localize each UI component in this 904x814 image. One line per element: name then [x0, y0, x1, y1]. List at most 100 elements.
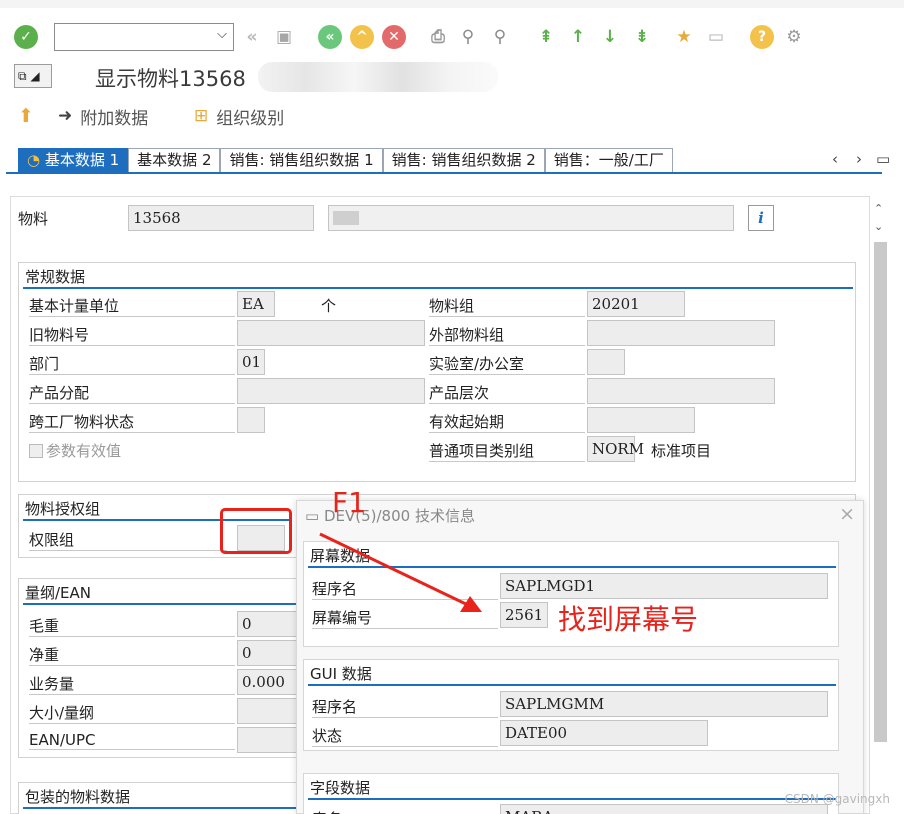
create-session-icon[interactable]: ★	[672, 25, 696, 49]
tab-label: 基本数据 1	[44, 151, 120, 169]
material-switch-icon: ⬆	[18, 105, 34, 127]
title-bar: ⧉ ◢ 显示物料13568	[0, 58, 904, 96]
param-effectivity-label: 参数有效值	[46, 442, 122, 460]
division-label: 部门	[29, 353, 235, 375]
field-data-group: 字段数据 表名 MARA	[303, 773, 839, 814]
lab-office-label: 实验室/办公室	[429, 353, 585, 375]
product-alloc-field[interactable]	[237, 378, 425, 404]
redacted-description	[258, 62, 498, 92]
cross-plant-status-field[interactable]	[237, 407, 265, 433]
base-uom-text: 个	[321, 297, 337, 315]
back-icon[interactable]: «	[240, 25, 264, 49]
system-menu-button[interactable]: ⧉ ◢	[14, 64, 52, 88]
table-name-label: 表名	[312, 808, 498, 814]
help-icon[interactable]: ?	[750, 25, 774, 49]
cross-plant-status-label: 跨工厂物料状态	[29, 411, 235, 433]
watermark: CSDN @gavingxh	[784, 792, 890, 806]
standard-toolbar: ✓ ⌵ « ▣ « ^ ✕ ⎙ ⚲ ⚲ ⇞ ↑ ↓ ⇟ ★ ▭ ? ⚙	[0, 14, 904, 60]
org-levels-button[interactable]: ⊞ 组织级别	[194, 104, 284, 129]
size-label: 大小/量纲	[29, 702, 235, 724]
enter-icon[interactable]: ✓	[14, 25, 38, 49]
status-label: 状态	[312, 725, 498, 747]
tab-prev-icon[interactable]: ‹	[832, 150, 838, 168]
tab-list-icon[interactable]: ▭	[876, 150, 890, 168]
window-title-strip	[0, 0, 904, 8]
cancel-icon[interactable]: ✕	[382, 25, 406, 49]
material-group-label: 物料组	[429, 295, 585, 317]
table-name-field[interactable]: MARA	[500, 804, 828, 814]
program-name-field[interactable]: SAPLMGD1	[500, 573, 828, 599]
settings-icon[interactable]: ⚙	[782, 25, 806, 49]
base-uom-field[interactable]: EA	[237, 291, 275, 317]
param-effectivity-checkbox[interactable]: 参数有效值	[29, 440, 121, 461]
first-page-icon[interactable]: ⇞	[534, 25, 558, 49]
volume-label: 业务量	[29, 673, 235, 695]
application-toolbar: ⬆ ➜ 附加数据 ⊞ 组织级别	[0, 98, 904, 134]
print-icon[interactable]: ⎙	[426, 25, 450, 49]
gross-weight-label: 毛重	[29, 615, 235, 637]
packaging-title: 包装的物料数据	[25, 788, 131, 806]
material-number-field[interactable]: 13568	[128, 205, 314, 231]
screen-number-field[interactable]: 2561	[500, 602, 548, 628]
packaging-group: 包装的物料数据	[18, 782, 306, 814]
other-material-button[interactable]: ⬆	[18, 104, 34, 128]
field-data-title: 字段数据	[310, 779, 371, 797]
net-weight-label: 净重	[29, 644, 235, 666]
ext-material-group-field[interactable]	[587, 320, 775, 346]
last-page-icon[interactable]: ⇟	[630, 25, 654, 49]
find-screen-annotation: 找到屏幕号	[558, 603, 699, 636]
prev-page-icon[interactable]: ↑	[566, 25, 590, 49]
vertical-scrollbar[interactable]: ⌃ ⌄	[871, 200, 889, 814]
find-icon[interactable]: ⚲	[456, 25, 480, 49]
shortcut-icon[interactable]: ▭	[704, 25, 728, 49]
group-divider	[308, 684, 836, 686]
scroll-up-icon[interactable]: ⌃	[874, 202, 883, 215]
gui-program-label: 程序名	[312, 696, 498, 718]
arrow-right-icon: ➜	[58, 106, 73, 126]
valid-from-field[interactable]	[587, 407, 695, 433]
additional-data-button[interactable]: ➜ 附加数据	[58, 104, 149, 129]
info-icon[interactable]: i	[748, 205, 774, 231]
tab-sales-org-2[interactable]: 销售: 销售组织数据 2	[382, 148, 545, 172]
material-description-field[interactable]	[328, 205, 734, 231]
item-cat-group-label: 普通项目类别组	[429, 440, 585, 462]
tab-status-icon: ◔	[27, 151, 45, 169]
tab-strip: ◔ 基本数据 1 基本数据 2 销售: 销售组织数据 1 销售: 销售组织数据 …	[18, 148, 818, 172]
chevron-down-icon[interactable]: ⌵	[217, 27, 227, 42]
group-divider	[23, 287, 853, 289]
green-back-icon[interactable]: «	[318, 25, 342, 49]
group-divider	[23, 807, 303, 809]
product-alloc-label: 产品分配	[29, 382, 235, 404]
additional-data-label: 附加数据	[80, 108, 149, 129]
auth-group-label: 权限组	[29, 529, 227, 551]
tab-basic-data-2[interactable]: 基本数据 2	[128, 148, 221, 172]
tab-sales-general-plant[interactable]: 销售：一般/工厂	[544, 148, 673, 172]
close-icon[interactable]: ×	[839, 503, 855, 525]
gui-data-title: GUI 数据	[310, 665, 372, 683]
gui-program-field[interactable]: SAPLMGMM	[500, 691, 828, 717]
save-icon[interactable]: ▣	[272, 25, 296, 49]
exit-icon[interactable]: ^	[350, 25, 374, 49]
find-next-icon[interactable]: ⚲	[488, 25, 512, 49]
tab-basic-data-1[interactable]: ◔ 基本数据 1	[18, 148, 129, 172]
status-field[interactable]: DATE00	[500, 720, 708, 746]
old-material-field[interactable]	[237, 320, 425, 346]
material-group-field[interactable]: 20201	[587, 291, 685, 317]
valid-from-label: 有效起始期	[429, 411, 585, 433]
item-cat-group-text: 标准项目	[651, 442, 712, 460]
auth-title: 物料授权组	[25, 500, 101, 518]
next-page-icon[interactable]: ↓	[598, 25, 622, 49]
scrollbar-thumb[interactable]	[874, 242, 887, 742]
division-field[interactable]: 01	[237, 349, 265, 375]
tab-sales-org-1[interactable]: 销售: 销售组织数据 1	[220, 148, 383, 172]
tab-next-icon[interactable]: ›	[856, 150, 862, 168]
item-cat-group-field[interactable]: NORM	[587, 436, 644, 462]
command-field[interactable]: ⌵	[54, 23, 234, 51]
general-data-title: 常规数据	[25, 268, 86, 286]
lab-office-field[interactable]	[587, 349, 625, 375]
product-hierarchy-field[interactable]	[587, 378, 775, 404]
checkbox-icon	[29, 444, 43, 458]
material-label: 物料	[18, 210, 49, 228]
page-title: 显示物料13568	[95, 67, 246, 91]
scroll-down-icon[interactable]: ⌄	[874, 220, 883, 233]
